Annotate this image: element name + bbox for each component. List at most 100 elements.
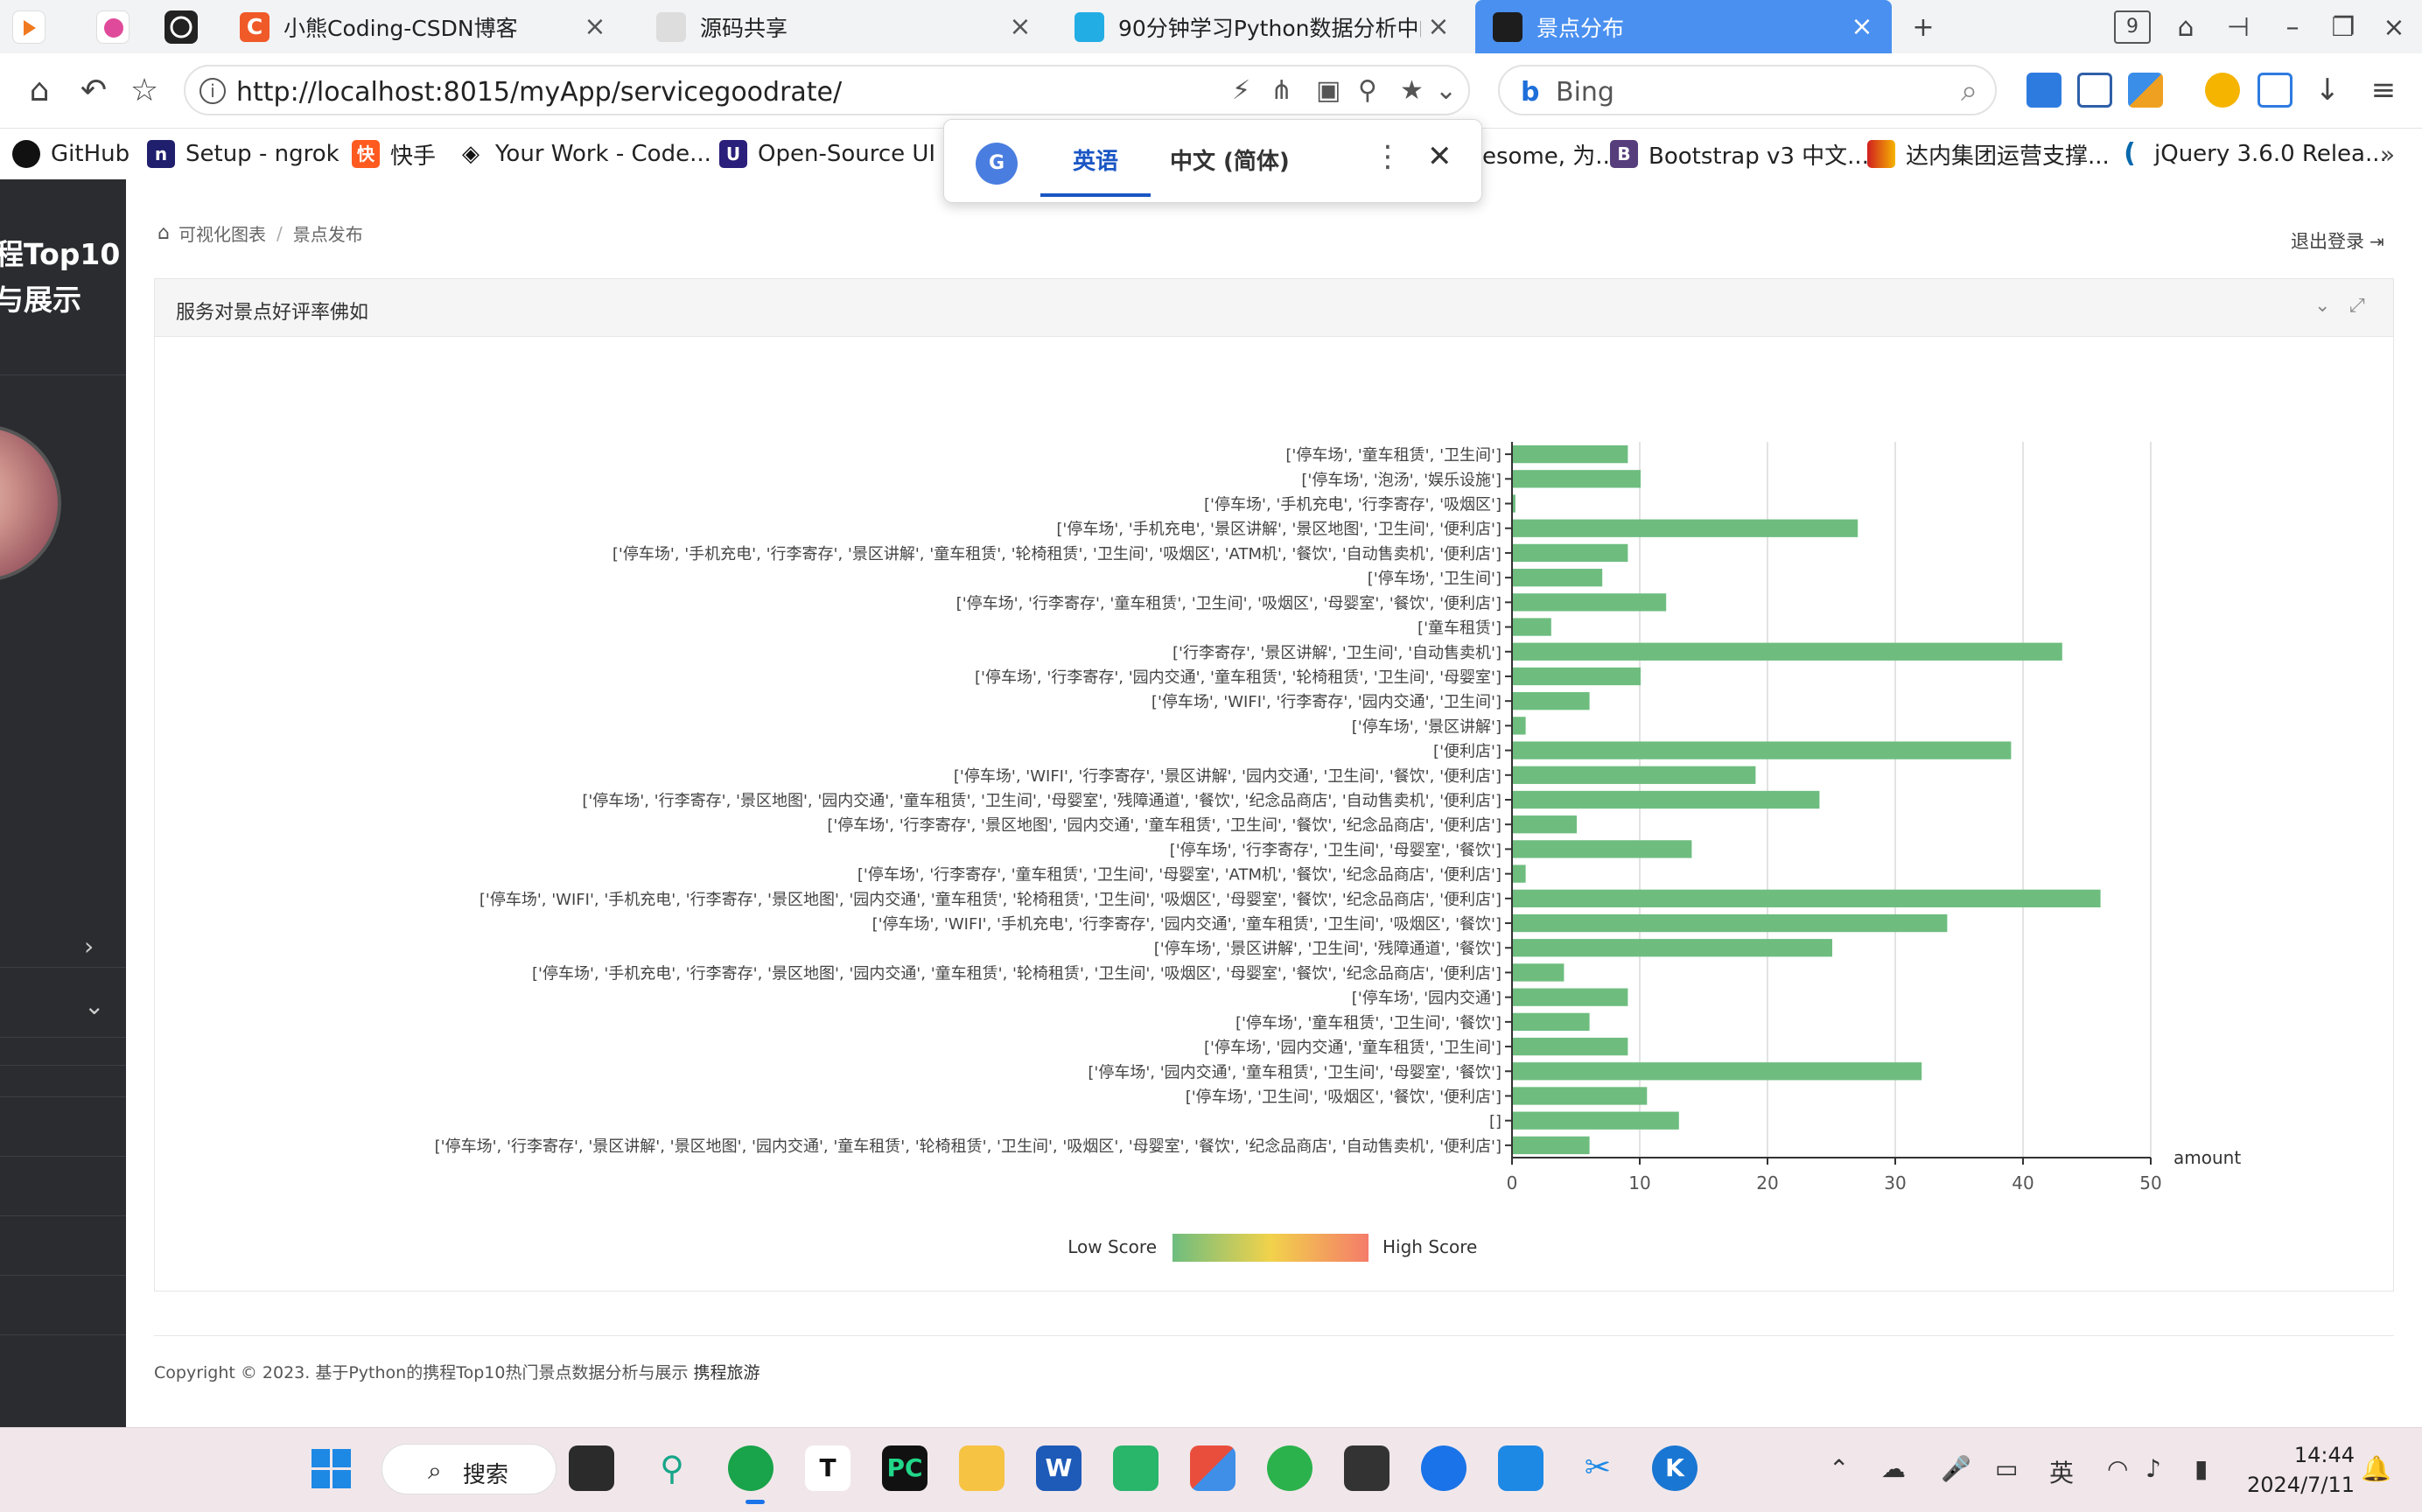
x-tick-label: 10 [1628,1172,1650,1194]
bar[interactable] [1513,593,1667,612]
bar[interactable] [1513,717,1526,735]
tray-overflow-icon[interactable]: ⌃ [1829,1454,1849,1483]
category-label: ['停车场', 'WIFI', '行李寄存', '园内交通', '卫生间'] [1152,693,1502,711]
bar[interactable] [1513,864,1526,883]
search-app-icon[interactable]: ⚲ [649,1446,695,1491]
active-app-indicator [746,1500,765,1504]
bar[interactable] [1513,1037,1628,1056]
browser-app-icon[interactable] [728,1446,774,1491]
bar[interactable] [1513,1136,1590,1155]
category-label: ['停车场', '童车租赁', '卫生间', '餐饮'] [1236,1014,1502,1032]
bar[interactable] [1513,667,1641,686]
category-label: ['停车场', '行李寄存', '景区地图', '园内交通', '童车租赁', … [582,791,1502,810]
bar[interactable] [1513,618,1551,636]
scissors-icon[interactable]: ✂ [1575,1446,1620,1491]
task-view-icon[interactable] [569,1446,614,1491]
app-icon[interactable] [1498,1446,1544,1491]
bar[interactable] [1513,494,1516,513]
screen-app-icon[interactable] [1113,1446,1158,1491]
bar[interactable] [1513,470,1641,488]
category-label: ['便利店'] [1433,743,1502,761]
bar[interactable] [1513,939,1832,957]
k-app-icon[interactable]: K [1652,1446,1698,1491]
copyright: Copyright © 2023. 基于Python的携程Top10热门景点数据… [154,1360,760,1383]
grid-app-icon[interactable] [1190,1446,1236,1491]
footer-brand-link[interactable]: 携程旅游 [694,1363,760,1382]
category-label: ['停车场', 'WIFI', '手机充电', '行李寄存', '园内交通', … [872,915,1502,934]
cloud-icon[interactable]: ☁ [1881,1454,1906,1483]
category-label: ['停车场', '行李寄存', '景区地图', '园内交通', '童车租赁', … [827,816,1502,835]
bar[interactable] [1513,642,2062,661]
cube-app-icon[interactable] [1344,1446,1390,1491]
bar[interactable] [1513,692,1590,710]
category-label: ['停车场', '行李寄存', '景区讲解', '景区地图', '园内交通', … [435,1137,1502,1156]
bar[interactable] [1513,988,1628,1006]
bar[interactable] [1513,519,1858,537]
category-label: ['停车场', '行李寄存', '园内交通', '童车租赁', '轮椅租赁', … [975,668,1502,687]
visual-map-high-label: High Score [1382,1236,1477,1257]
category-label: ['停车场', '手机充电', '行李寄存', '景区地图', '园内交通', … [532,963,1502,983]
bar[interactable] [1513,1062,1922,1081]
category-label: ['停车场', '园内交通'] [1352,990,1502,1008]
visual-map-low-label: Low Score [1068,1236,1157,1257]
category-label: [] [1489,1113,1502,1131]
windows-taskbar: ⌕ 搜索 ⚲ T PC W ✂ K ⌃ ☁ 🎤 ▭ 英 ◠ ♪ ▮ 14:44 … [0,1427,2422,1512]
category-label: ['停车场', '童车租赁', '卫生间'] [1285,446,1502,465]
bar[interactable] [1513,444,1628,464]
word-icon[interactable]: W [1036,1446,1082,1491]
bar[interactable] [1513,790,1820,809]
typora-icon[interactable]: T [805,1446,850,1491]
sidebar-divider [0,1334,126,1335]
bar[interactable] [1513,568,1603,587]
system-clock[interactable]: 14:44 2024/7/11 [2247,1440,2355,1500]
x-tick-label: 30 [1884,1172,1906,1194]
chart-bars [1513,444,2101,1155]
microphone-icon[interactable]: 🎤 [1941,1454,1971,1483]
category-label: ['停车场', '景区讲解'] [1352,718,1502,736]
bar[interactable] [1513,766,1756,784]
volume-icon[interactable]: ♪ [2146,1454,2161,1483]
notification-icon[interactable]: 🔔 [2361,1454,2391,1483]
bar[interactable] [1513,1012,1590,1032]
bar[interactable] [1513,840,1692,858]
category-label: ['停车场', '园内交通', '童车租赁', '卫生间', '母婴室', '餐… [1088,1063,1502,1082]
windows-start-icon[interactable] [308,1446,354,1491]
x-axis-label: amount [2174,1147,2241,1168]
chart-x-ticks: 0 10 20 30 40 50 [1505,453,2162,1194]
battery-icon[interactable]: ▮ [2194,1454,2208,1483]
visual-map-gradient[interactable] [1172,1234,1368,1262]
bar[interactable] [1513,914,1948,933]
taskbar-search-label: 搜索 [463,1462,509,1488]
wechat-icon[interactable] [1267,1446,1312,1491]
category-label: ['行李寄存', '景区讲解', '卫生间', '自动售卖机'] [1172,644,1502,662]
keyboard-icon[interactable]: ▭ [1995,1454,2018,1483]
category-label: ['停车场', '行李寄存', '卫生间', '母婴室', '餐饮'] [1170,841,1502,859]
category-label: ['停车场', '手机充电', '景区讲解', '景区地图', '卫生间', '… [1056,521,1502,539]
category-label: ['停车场', 'WIFI', '行李寄存', '景区讲解', '园内交通', … [954,767,1502,786]
x-tick-label: 0 [1507,1172,1518,1194]
category-label: ['童车租赁'] [1418,620,1502,638]
bar[interactable] [1513,889,2101,907]
category-label: ['停车场', '卫生间', '吸烟区', '餐饮', '便利店'] [1186,1088,1502,1106]
taskbar-search[interactable]: ⌕ 搜索 [382,1444,556,1494]
category-label: ['停车场', '景区讲解', '卫生间', '残障通道', '餐饮'] [1154,940,1502,958]
folder-icon[interactable] [959,1446,1004,1491]
ime-indicator[interactable]: 英 [2049,1454,2074,1489]
bar[interactable] [1513,543,1628,563]
x-tick-label: 20 [1756,1172,1778,1194]
bar[interactable] [1513,1087,1648,1105]
category-label: ['停车场', '手机充电', '行李寄存', '吸烟区'] [1204,496,1502,514]
search-icon: ⌕ [428,1456,442,1485]
category-label: ['停车场', '行李寄存', '童车租赁', '卫生间', '吸烟区', '母… [956,594,1502,612]
chat-app-icon[interactable] [1421,1446,1466,1491]
pycharm-icon[interactable]: PC [882,1446,928,1491]
category-label: ['停车场', '手机充电', '行李寄存', '景区讲解', '童车租赁', … [612,545,1502,564]
bar[interactable] [1513,963,1564,982]
category-label: ['停车场', '行李寄存', '童车租赁', '卫生间', '母婴室', 'A… [858,865,1502,885]
clock-date: 2024/7/11 [2247,1473,2356,1497]
wifi-icon[interactable]: ◠ [2107,1454,2128,1483]
bar-chart: ['停车场', '童车租赁', '卫生间'] ['停车场', '泡汤', '娱乐设… [435,442,2241,1262]
bar[interactable] [1513,1111,1679,1130]
bar[interactable] [1513,741,2012,760]
bar[interactable] [1513,816,1577,834]
